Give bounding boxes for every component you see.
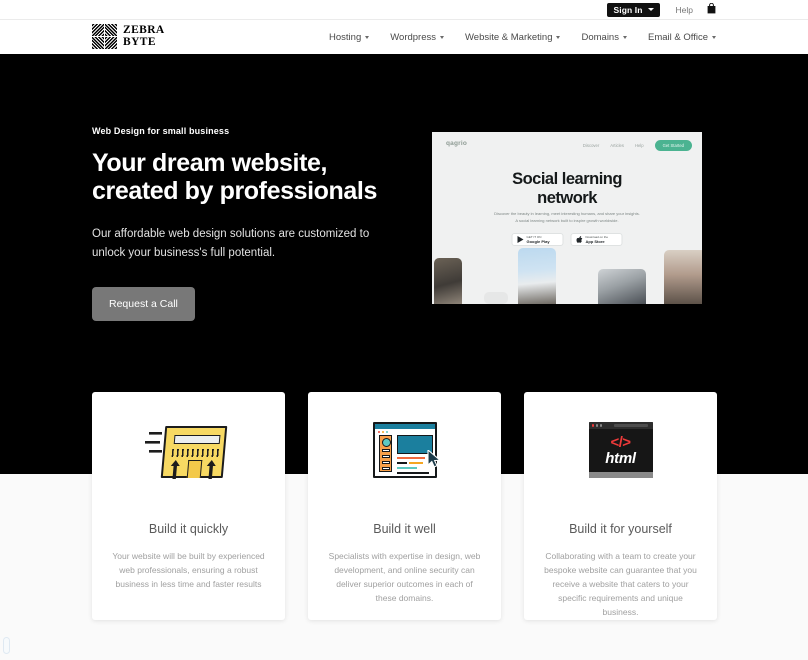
window-notch bbox=[609, 468, 632, 472]
page-root: Sign In Help ZEBRA BYTE Hosting Wordpres… bbox=[0, 0, 808, 660]
feature-card-body: Your website will be built by experience… bbox=[112, 551, 265, 589]
mockup-title-line-1: Social learning bbox=[512, 170, 622, 188]
hero-subtitle: Our affordable web design solutions are … bbox=[92, 228, 370, 259]
browser-sidebar bbox=[378, 435, 392, 472]
fast-webpage-icon bbox=[143, 418, 235, 484]
nav-item-label: Hosting bbox=[329, 31, 362, 43]
feature-card-body: Collaborating with a team to create your… bbox=[544, 551, 697, 617]
google-play-big: Google Play bbox=[526, 238, 550, 244]
mockup-photo bbox=[484, 292, 508, 304]
sign-in-button[interactable]: Sign In bbox=[607, 2, 660, 17]
chevron-down-icon bbox=[712, 35, 716, 39]
mockup-photo bbox=[434, 258, 462, 304]
shopping-bag-icon[interactable] bbox=[707, 1, 716, 19]
hero-eyebrow: Web Design for small business bbox=[92, 126, 230, 136]
mockup-logo: qagrio bbox=[446, 140, 468, 147]
up-arrow-icon bbox=[170, 460, 180, 479]
nav-item-label: Domains bbox=[581, 31, 619, 43]
brand-line-2: BYTE bbox=[123, 35, 156, 48]
main-navigation: ZEBRA BYTE Hosting Wordpress Website & M… bbox=[0, 20, 808, 54]
brand-name: ZEBRA BYTE bbox=[123, 24, 165, 48]
nav-item-website-marketing[interactable]: Website & Marketing bbox=[465, 31, 561, 43]
avatar-circle-icon bbox=[381, 438, 391, 447]
feature-card-title: Build it for yourself bbox=[569, 522, 672, 536]
app-store-big: App Store bbox=[585, 238, 605, 244]
mockup-photo bbox=[598, 269, 646, 304]
brand-line-1: ZEBRA bbox=[123, 24, 165, 36]
feature-card-title: Build it quickly bbox=[148, 522, 229, 536]
mockup-store-badges: GET IT ON Google Play Download on the Ap… bbox=[511, 233, 623, 246]
mockup-photo bbox=[664, 250, 702, 304]
page-search-bar bbox=[173, 435, 220, 444]
browser-design-icon bbox=[359, 418, 451, 484]
google-play-badge: GET IT ON Google Play bbox=[511, 233, 564, 246]
up-arrow-icon bbox=[206, 460, 216, 479]
feature-card-build-it-well[interactable]: Build it well Specialists with expertise… bbox=[308, 392, 501, 620]
mockup-get-started-button: Get Started bbox=[654, 140, 692, 151]
chevron-down-icon bbox=[440, 35, 444, 39]
page-corner-widget[interactable] bbox=[3, 637, 10, 654]
code-window-shape: </> html bbox=[588, 422, 653, 478]
help-link[interactable]: Help bbox=[676, 5, 693, 15]
mockup-nav-discover: Discover bbox=[582, 143, 600, 148]
window-footer bbox=[588, 472, 653, 478]
address-bar bbox=[613, 424, 648, 428]
play-triangle-icon bbox=[517, 236, 524, 243]
nav-item-email-office[interactable]: Email & Office bbox=[648, 32, 716, 43]
nav-item-label: Website & Marketing bbox=[465, 31, 553, 43]
nav-item-domains[interactable]: Domains bbox=[581, 32, 627, 43]
feature-card-build-it-for-yourself[interactable]: </> html Build it for yourself Collabora… bbox=[524, 392, 717, 620]
browser-title-bar bbox=[374, 424, 435, 429]
window-dots bbox=[591, 424, 603, 427]
hero-title: Your dream website, created by professio… bbox=[92, 149, 392, 205]
cursor-arrow-icon bbox=[426, 450, 441, 467]
chevron-down-icon bbox=[622, 35, 627, 39]
mockup-photo bbox=[518, 248, 556, 304]
chevron-down-icon bbox=[365, 35, 370, 39]
html-code-window-icon: </> html bbox=[575, 418, 667, 484]
feature-cards: Build it quickly Your website will be bu… bbox=[92, 392, 717, 620]
nav-item-label: Email & Office bbox=[647, 31, 708, 43]
zebra-byte-logo-icon bbox=[92, 24, 117, 49]
code-tag-glyph: </> bbox=[610, 434, 631, 451]
app-store-badge: Download on the App Store bbox=[570, 233, 623, 246]
nav-item-hosting[interactable]: Hosting bbox=[329, 31, 370, 43]
hero-title-line-2: created by professionals bbox=[92, 177, 377, 205]
feature-card-body: Specialists with expertise in design, we… bbox=[328, 551, 481, 603]
brand-logo[interactable]: ZEBRA BYTE bbox=[92, 24, 165, 49]
mockup-nav-articles: Articles bbox=[610, 143, 624, 148]
browser-dots bbox=[377, 430, 388, 433]
feature-card-build-it-quickly[interactable]: Build it quickly Your website will be bu… bbox=[92, 392, 285, 620]
nav-item-label: Wordpress bbox=[390, 31, 436, 43]
nav-items: Hosting Wordpress Website & Marketing Do… bbox=[329, 20, 716, 54]
mockup-photo-row bbox=[432, 246, 702, 304]
page-door bbox=[186, 460, 202, 478]
browser-window-shape bbox=[372, 422, 441, 478]
sign-in-label: Sign In bbox=[613, 4, 643, 15]
mockup-nav-help: Help bbox=[634, 143, 644, 148]
hero-copy: Web Design for small business Your dream… bbox=[92, 126, 392, 321]
apple-icon bbox=[576, 236, 583, 243]
chevron-down-icon bbox=[647, 8, 654, 11]
mockup-nav-links: Discover Articles Help Get Started bbox=[583, 140, 692, 151]
mockup-title: Social learning network bbox=[432, 170, 702, 208]
webpage-shape bbox=[160, 426, 227, 479]
hero-mockup-image: qagrio Discover Articles Help Get Starte… bbox=[432, 132, 702, 304]
utility-bar: Sign In Help bbox=[0, 0, 808, 20]
nav-item-wordpress[interactable]: Wordpress bbox=[390, 32, 444, 43]
chevron-down-icon bbox=[556, 35, 561, 39]
page-content-lines bbox=[171, 449, 220, 457]
mockup-description: Discover the beauty in learning, meet in… bbox=[494, 211, 640, 223]
speed-lines-icon bbox=[144, 432, 162, 453]
html-word: html bbox=[605, 450, 636, 467]
request-a-call-button[interactable]: Request a Call bbox=[92, 287, 195, 321]
feature-card-title: Build it well bbox=[373, 522, 436, 536]
mockup-title-line-2: network bbox=[537, 189, 597, 207]
hero-title-line-1: Your dream website, bbox=[92, 149, 328, 177]
